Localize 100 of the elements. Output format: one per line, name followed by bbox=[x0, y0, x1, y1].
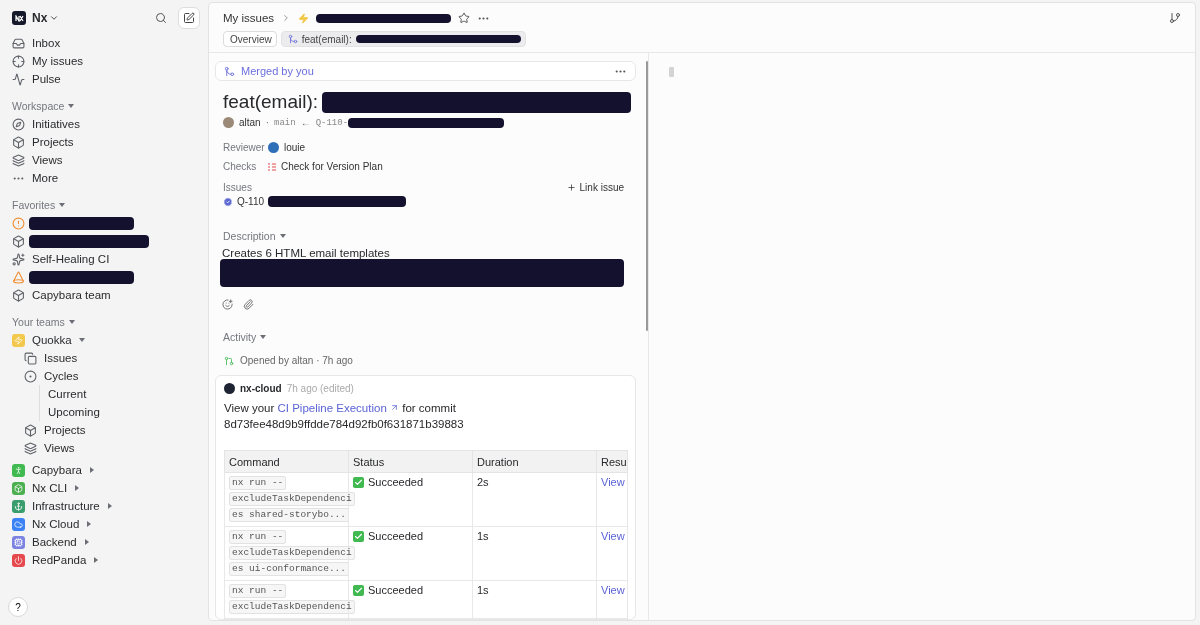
cube-icon bbox=[12, 234, 25, 248]
caret-icon bbox=[279, 233, 286, 239]
layers-icon bbox=[12, 153, 25, 167]
field-label: Issues bbox=[223, 182, 252, 193]
team-item[interactable]: Nx CLI bbox=[8, 479, 81, 497]
cube-icon bbox=[12, 135, 25, 149]
sidebar-item[interactable]: Issues bbox=[8, 349, 78, 367]
column-header: Status bbox=[348, 450, 473, 473]
duration-text: 2s bbox=[477, 476, 489, 488]
cone-icon bbox=[12, 270, 25, 284]
command-code: nx run -- bbox=[229, 530, 287, 544]
team-item[interactable]: RedPanda bbox=[8, 551, 100, 569]
team-item[interactable]: Backend bbox=[8, 533, 90, 551]
sidebar-item[interactable]: Cycles bbox=[8, 367, 79, 385]
chevron-icon bbox=[49, 13, 60, 23]
sidebar-item[interactable]: More bbox=[8, 169, 59, 187]
comment-time: 7h ago (edited) bbox=[286, 383, 354, 394]
merge-icon bbox=[287, 34, 298, 44]
team-item[interactable]: Infrastructure bbox=[8, 497, 113, 515]
branch-icon[interactable] bbox=[1169, 12, 1181, 24]
pipeline-link[interactable]: CI Pipeline Execution bbox=[277, 402, 399, 414]
sparkle-icon bbox=[12, 252, 25, 266]
new-issue-button[interactable] bbox=[178, 7, 200, 29]
sidebar-item[interactable]: Self-Healing CI bbox=[8, 250, 110, 268]
column-header: Command bbox=[224, 450, 349, 473]
command-code: excludeTaskDependenci bbox=[229, 600, 355, 614]
copy-icon bbox=[24, 351, 37, 365]
sidebar-item[interactable]: Capybara team bbox=[8, 286, 111, 304]
merge-status: Merged by you bbox=[241, 65, 314, 77]
command-code: es ui-conformance... bbox=[229, 562, 350, 576]
tab[interactable]: feat(email): bbox=[280, 31, 526, 47]
workspace-switcher[interactable]: Nx bbox=[32, 11, 60, 25]
separator: · bbox=[265, 117, 270, 128]
pr-title: feat(email): bbox=[223, 91, 319, 113]
issue-id[interactable]: Q-110 bbox=[237, 196, 265, 207]
pull-request-icon bbox=[224, 355, 234, 366]
column-header: Resu bbox=[596, 450, 628, 473]
sidebar-item[interactable]: My issues bbox=[8, 52, 84, 70]
text-cursor bbox=[669, 67, 674, 77]
pen-square-icon bbox=[183, 12, 195, 24]
done-icon bbox=[223, 196, 233, 207]
link-issue-button[interactable]: Link issue bbox=[566, 182, 624, 193]
author-name: altan bbox=[239, 117, 261, 128]
paperclip-icon[interactable] bbox=[243, 299, 254, 310]
sidebar-item[interactable]: Pulse bbox=[8, 70, 61, 88]
head-branch: Q-110- bbox=[315, 117, 349, 128]
layers-icon bbox=[24, 441, 37, 455]
team-item[interactable]: Nx Cloud bbox=[8, 515, 93, 533]
scrollbar[interactable] bbox=[646, 61, 648, 331]
duration-text: 1s bbox=[477, 530, 489, 542]
breadcrumb-link[interactable]: My issues bbox=[223, 12, 275, 24]
team-item[interactable]: Capybara bbox=[8, 461, 95, 479]
team-item[interactable]: Quokka bbox=[8, 331, 85, 349]
section-heading[interactable]: Favorites bbox=[8, 196, 66, 214]
column-header: Duration bbox=[472, 450, 597, 473]
command-code: excludeTaskDependenci bbox=[229, 546, 355, 560]
duration-text: 1s bbox=[477, 584, 489, 596]
lightning-icon bbox=[298, 12, 310, 24]
command-code: excludeTaskDependenci bbox=[229, 492, 355, 506]
sidebar-item[interactable]: Projects bbox=[8, 421, 86, 439]
command-code: es shared-storybo... bbox=[229, 508, 350, 522]
plus-icon bbox=[566, 183, 576, 192]
status-text: Succeeded bbox=[368, 530, 424, 542]
base-branch: main bbox=[274, 117, 296, 128]
view-link[interactable]: View bbox=[601, 530, 625, 542]
alert-icon bbox=[12, 216, 25, 230]
sidebar-item[interactable]: Views bbox=[8, 151, 63, 169]
sidebar-item[interactable]: Inbox bbox=[8, 34, 61, 52]
sidebar-item[interactable]: Initiatives bbox=[8, 115, 80, 133]
sidebar-item[interactable]: Projects bbox=[8, 133, 74, 151]
caret-icon bbox=[260, 334, 267, 340]
cube-icon bbox=[24, 423, 37, 437]
emoji-icon[interactable] bbox=[222, 299, 233, 310]
compass-icon bbox=[12, 117, 25, 131]
section-heading[interactable]: Description bbox=[220, 227, 286, 245]
sidebar-item[interactable]: Views bbox=[8, 439, 75, 457]
merge-icon bbox=[224, 65, 235, 77]
sidebar-item[interactable]: Upcoming bbox=[40, 403, 100, 421]
search-icon bbox=[155, 12, 167, 24]
avatar-icon bbox=[223, 117, 234, 128]
sidebar-item[interactable]: Current bbox=[40, 385, 87, 403]
help-button[interactable]: ? bbox=[8, 597, 28, 617]
checklist-icon bbox=[268, 162, 276, 171]
section-heading[interactable]: Workspace bbox=[8, 97, 75, 115]
inbox-icon bbox=[12, 36, 25, 50]
field-value: louie bbox=[284, 142, 306, 153]
target-icon bbox=[12, 54, 25, 68]
command-code: nx run -- bbox=[229, 584, 287, 598]
star-icon[interactable] bbox=[458, 12, 471, 24]
activity-entry: Opened by altan · 7h ago bbox=[240, 355, 353, 366]
view-link[interactable]: View bbox=[601, 476, 625, 488]
section-heading[interactable]: Activity bbox=[220, 328, 267, 346]
arrow-glyph: ← bbox=[300, 117, 311, 128]
avatar-icon bbox=[268, 142, 279, 153]
workspace-logo bbox=[12, 11, 26, 25]
section-heading[interactable]: Your teams bbox=[8, 313, 75, 331]
tab[interactable]: Overview bbox=[223, 31, 277, 47]
status-text: Succeeded bbox=[368, 584, 424, 596]
cycle-icon bbox=[24, 369, 37, 383]
field-label: Reviewer bbox=[223, 142, 266, 153]
